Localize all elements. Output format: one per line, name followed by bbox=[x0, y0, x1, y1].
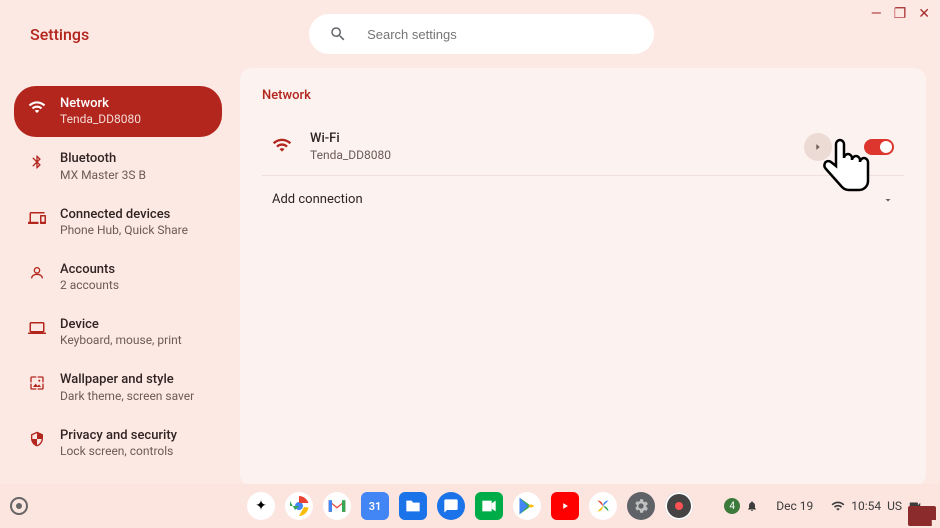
sidebar-item-accounts[interactable]: Accounts2 accounts bbox=[14, 252, 222, 303]
screen-record-app-icon[interactable] bbox=[665, 492, 693, 520]
sidebar-item-wallpaper[interactable]: Wallpaper and styleDark theme, screen sa… bbox=[14, 362, 222, 413]
sidebar-item-connected[interactable]: Connected devicesPhone Hub, Quick Share bbox=[14, 197, 222, 248]
wifi-icon bbox=[28, 98, 46, 116]
wifi-row[interactable]: Wi-Fi Tenda_DD8080 bbox=[262, 119, 904, 176]
sidebar-item-device[interactable]: DeviceKeyboard, mouse, print bbox=[14, 307, 222, 358]
wifi-detail-button[interactable] bbox=[804, 133, 832, 161]
play-store-app-icon[interactable] bbox=[513, 492, 541, 520]
chevron-down-icon bbox=[882, 194, 894, 206]
notification-count: 4 bbox=[724, 498, 740, 514]
sidebar-item-sub: Tenda_DD8080 bbox=[60, 112, 141, 127]
calendar-app-icon[interactable]: 31 bbox=[361, 492, 389, 520]
devices-icon bbox=[28, 209, 46, 227]
wifi-icon bbox=[272, 135, 292, 159]
system-tray[interactable]: 4 Dec 19 10:54 US bbox=[716, 494, 930, 518]
search-input[interactable] bbox=[365, 26, 634, 43]
shield-icon bbox=[28, 430, 46, 448]
close-icon[interactable]: ✕ bbox=[918, 6, 930, 22]
add-connection-row[interactable]: Add connection bbox=[262, 176, 904, 223]
messages-app-icon[interactable] bbox=[437, 492, 465, 520]
sidebar-item-network[interactable]: NetworkTenda_DD8080 bbox=[14, 86, 222, 137]
laptop-icon bbox=[28, 319, 46, 337]
video-overlay-icon bbox=[908, 506, 936, 526]
wifi-tray-icon bbox=[831, 499, 845, 513]
minimize-icon[interactable]: — bbox=[871, 6, 882, 22]
wifi-label: Wi-Fi bbox=[310, 131, 391, 148]
add-connection-label: Add connection bbox=[272, 192, 363, 207]
gmail-app-icon[interactable] bbox=[323, 492, 351, 520]
search-box[interactable] bbox=[309, 14, 654, 54]
section-title: Network bbox=[262, 88, 904, 103]
sidebar-item-privacy[interactable]: Privacy and securityLock screen, control… bbox=[14, 418, 222, 469]
wifi-toggle[interactable] bbox=[864, 139, 894, 155]
page-title: Settings bbox=[30, 25, 89, 44]
chrome-app-icon[interactable] bbox=[285, 492, 313, 520]
notification-pill[interactable]: 4 bbox=[716, 494, 766, 518]
wallpaper-icon bbox=[28, 374, 46, 392]
sidebar: NetworkTenda_DD8080 BluetoothMX Master 3… bbox=[14, 68, 222, 494]
wifi-ssid: Tenda_DD8080 bbox=[310, 148, 391, 164]
main-panel: Network Wi-Fi Tenda_DD8080 Add connectio… bbox=[240, 68, 926, 486]
sidebar-item-label: Network bbox=[60, 96, 141, 112]
gemini-app-icon[interactable]: ✦ bbox=[247, 492, 275, 520]
bluetooth-icon bbox=[28, 153, 46, 171]
youtube-app-icon[interactable] bbox=[551, 492, 579, 520]
shelf: ✦ 31 4 Dec 19 10:54 US bbox=[0, 484, 940, 528]
tray-lang: US bbox=[887, 499, 902, 513]
account-icon bbox=[28, 264, 46, 282]
search-icon bbox=[329, 25, 347, 43]
shelf-apps: ✦ 31 bbox=[247, 492, 693, 520]
launcher-button[interactable] bbox=[10, 497, 28, 515]
bell-icon bbox=[746, 500, 758, 512]
tray-date: Dec 19 bbox=[776, 499, 813, 513]
photos-app-icon[interactable] bbox=[589, 492, 617, 520]
sidebar-item-bluetooth[interactable]: BluetoothMX Master 3S B bbox=[14, 141, 222, 192]
files-app-icon[interactable] bbox=[399, 492, 427, 520]
maximize-icon[interactable]: ❐ bbox=[894, 6, 907, 22]
meet-app-icon[interactable] bbox=[475, 492, 503, 520]
settings-app-icon[interactable] bbox=[627, 492, 655, 520]
tray-time: 10:54 bbox=[851, 499, 881, 513]
